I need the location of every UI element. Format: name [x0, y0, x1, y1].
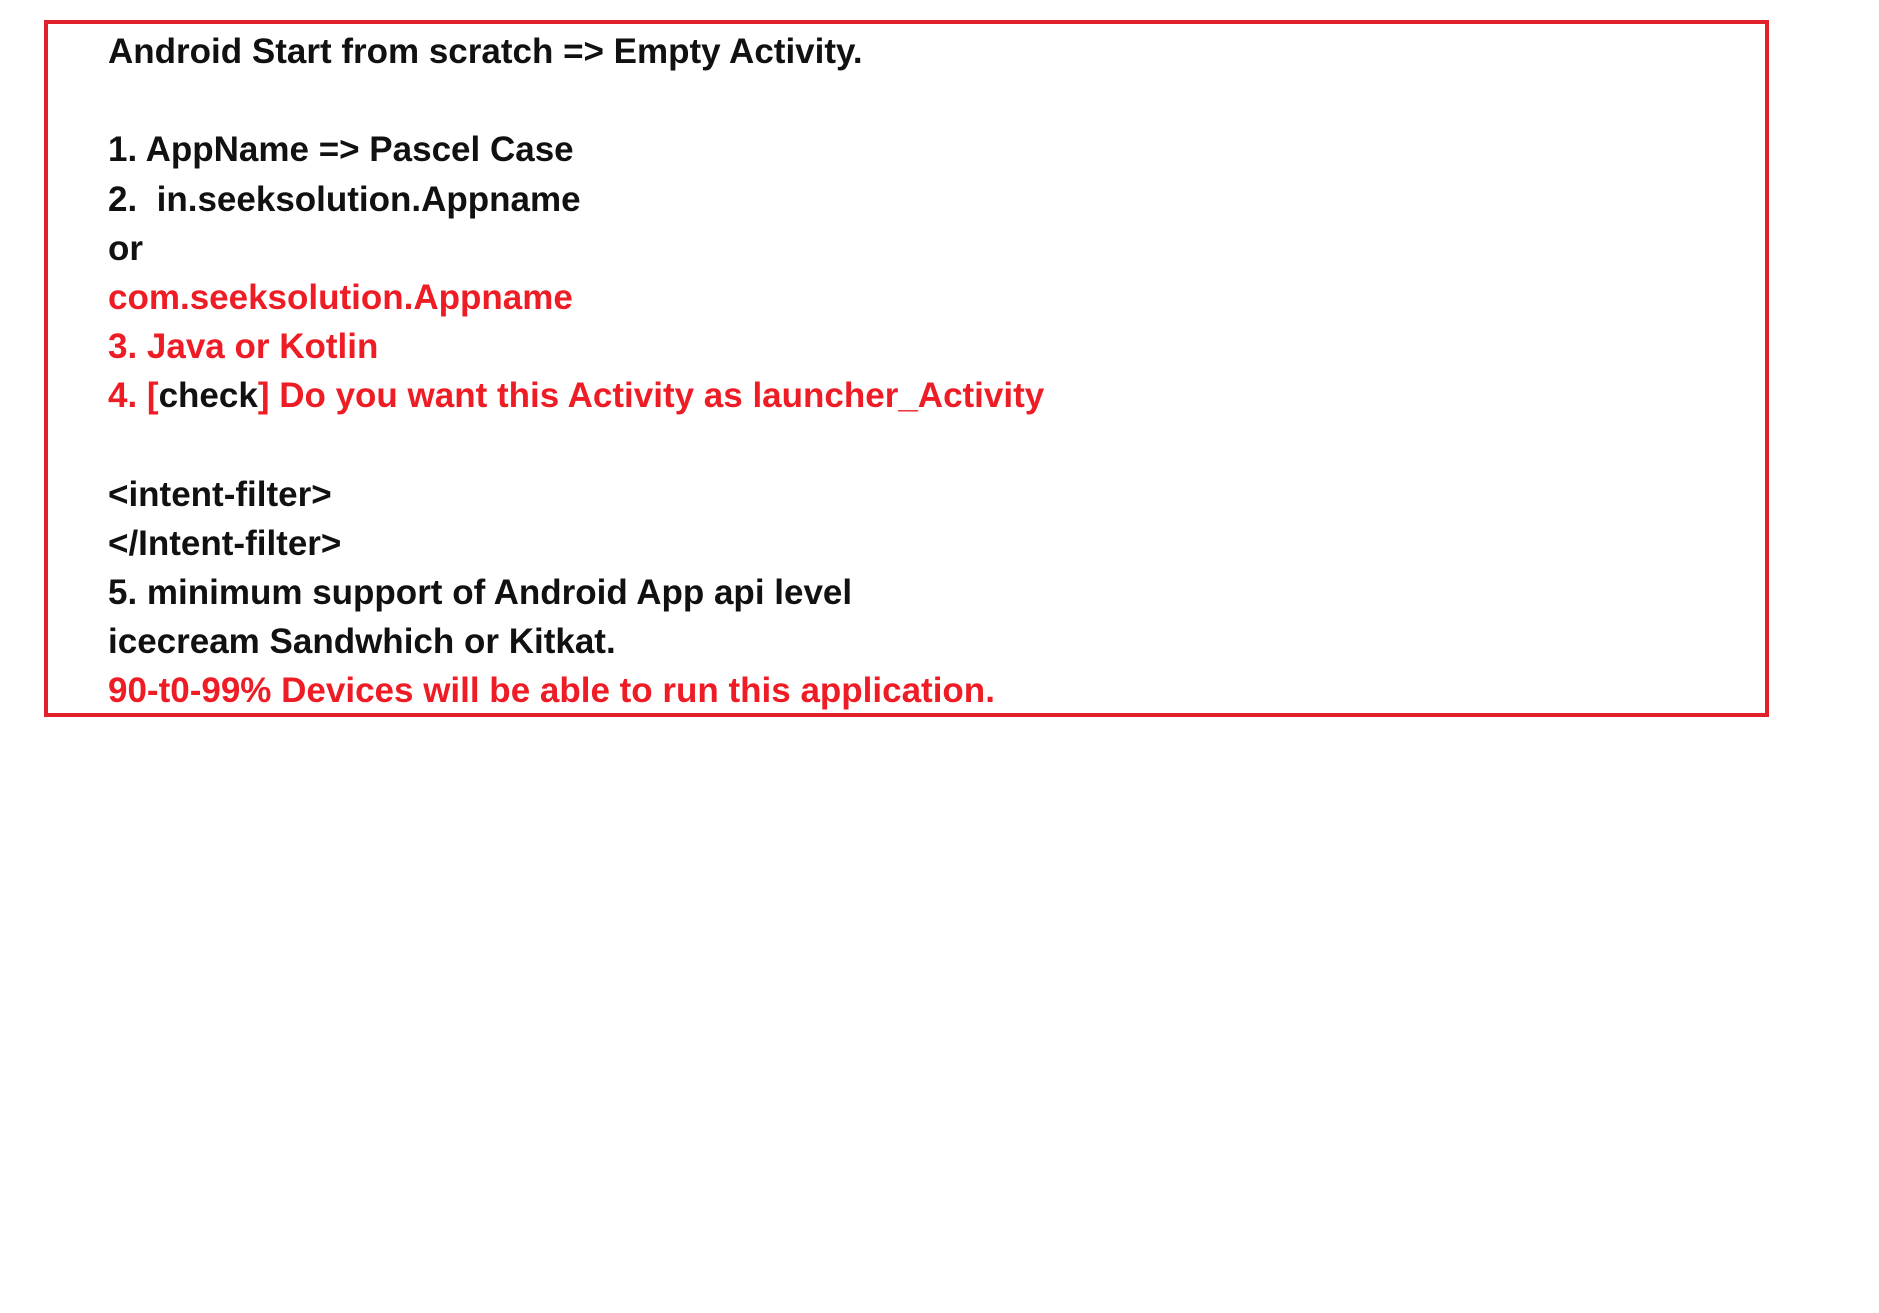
launcher-suffix: ] Do you want this Activity as launcher_…	[257, 376, 1045, 416]
line-intent-filter-open: <intent-filter>	[108, 474, 332, 514]
line-package-in: 2. in.seeksolution.Appname	[108, 179, 581, 219]
line-title: Android Start from scratch => Empty Acti…	[108, 32, 863, 71]
line-api-versions: icecream Sandwhich or Kitkat.	[108, 622, 616, 662]
line-language: 3. Java or Kotlin	[108, 327, 379, 367]
note-lines: Android Start from scratch => Empty Acti…	[108, 27, 1044, 716]
line-min-api: 5. minimum support of Android App api le…	[108, 573, 853, 613]
line-package-com: com.seeksolution.Appname	[108, 277, 573, 317]
line-appname: 1. AppName => Pascel Case	[108, 130, 574, 170]
blank-line	[108, 76, 1044, 125]
line-devices: 90-t0-99% Devices will be able to run th…	[108, 671, 995, 711]
launcher-prefix: 4. [	[108, 376, 159, 416]
line-launcher-activity: 4. [check] Do you want this Activity as …	[108, 371, 1044, 420]
line-intent-filter-close: </Intent-filter>	[108, 523, 342, 563]
blank-line	[108, 421, 1044, 470]
launcher-check-word: check	[158, 376, 258, 416]
line-or: or	[108, 228, 143, 268]
